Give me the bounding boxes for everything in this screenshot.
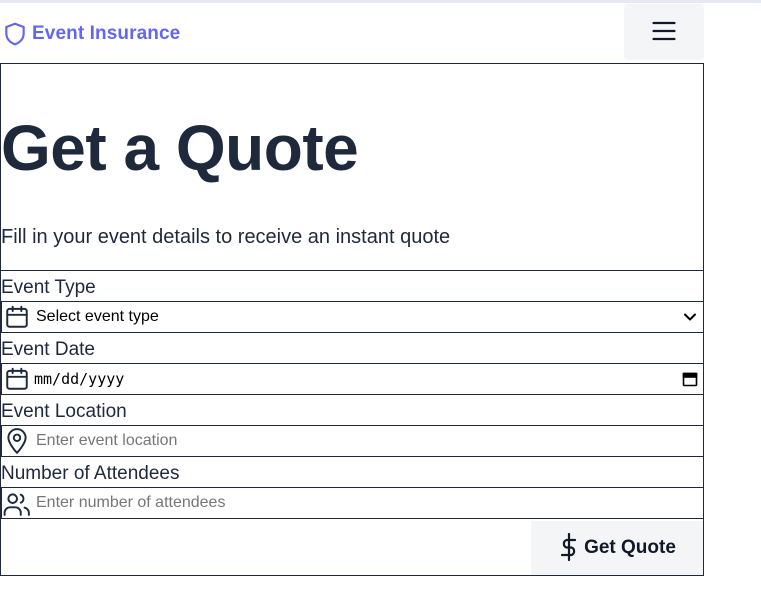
event-location-placeholder: Enter event location [36,432,178,449]
get-quote-button[interactable]: Get Quote [531,521,703,575]
page-subtitle: Fill in your event details to receive an… [1,226,451,248]
dollar-icon [558,532,580,565]
calendar-icon [2,364,32,394]
map-pin-icon [2,426,32,456]
event-type-value: Select event type [36,308,159,325]
page-title: Get a Quote [1,112,359,184]
divider [1,270,703,271]
event-date-label: Event Date [1,339,95,360]
get-quote-label: Get Quote [584,537,676,558]
event-date-input[interactable]: mm/dd/yyyy [1,363,704,395]
event-date-value: mm/dd/yyyy [34,370,125,388]
date-picker-icon[interactable] [679,371,701,387]
event-type-label: Event Type [1,277,96,298]
menu-button[interactable] [624,4,704,60]
event-location-input[interactable]: Enter event location [1,425,704,457]
event-location-label: Event Location [1,401,127,422]
hamburger-menu-icon [652,21,676,44]
calendar-icon [2,302,32,332]
attendees-placeholder: Enter number of attendees [36,494,226,511]
brand-logo-link[interactable]: Event Insurance [2,20,180,48]
quote-form-card: Get a Quote Fill in your event details t… [0,63,704,576]
attendees-input[interactable]: Enter number of attendees [1,487,704,519]
shield-icon [2,20,28,48]
top-strip [0,0,761,3]
attendees-label: Number of Attendees [1,463,180,484]
event-type-select[interactable]: Select event type [1,301,704,333]
users-icon [2,488,32,518]
brand-name: Event Insurance [32,23,181,44]
chevron-down-icon[interactable] [679,312,701,322]
